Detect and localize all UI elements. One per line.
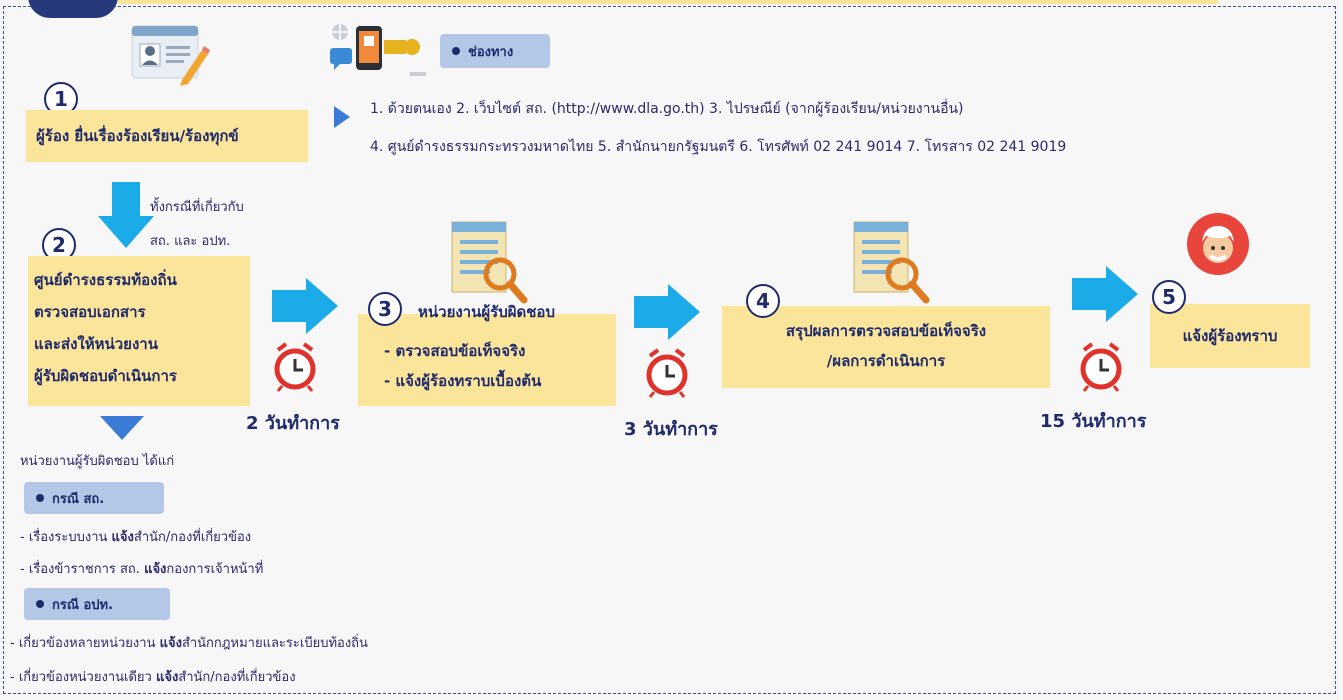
duration-1: 2 วันทำการ [246, 413, 340, 434]
step-4-line: /ผลการดำเนินการ [826, 352, 946, 370]
case-1-item: - เรื่องระบบงาน แจ้งสำนัก/กองที่เกี่ยวข้… [20, 530, 252, 545]
channels-line-1: 1. ด้วยตนเอง 2. เว็บไซต์ สถ. (http://www… [370, 101, 964, 117]
case-2-pill: กรณี อปท. [24, 588, 170, 620]
document-search-icon [850, 218, 930, 312]
step-3-number: 3 [368, 292, 402, 326]
devices-icon [326, 20, 436, 89]
case-2-item: - เกี่ยวข้องหน่วยงานเดียว แจ้งสำนัก/กองท… [10, 670, 296, 685]
case-2-item: - เกี่ยวข้องหลายหน่วยงาน แจ้งสำนักกฎหมาย… [10, 636, 368, 651]
top-accent-strip [118, 0, 1218, 4]
bullet-icon [452, 47, 460, 55]
arrow-right-icon [270, 276, 340, 340]
arrow-right-icon [632, 282, 702, 346]
channels-pill: ช่องทาง [440, 34, 550, 68]
alarm-clock-icon [644, 348, 690, 402]
step-2-line: ศูนย์ดำรงธรรมท้องถิ่น [34, 271, 177, 289]
case-1-item: - เรื่องข้าราชการ สถ. แจ้งกองการเจ้าหน้า… [20, 562, 264, 577]
alarm-clock-icon [1078, 342, 1124, 396]
step-4-number: 4 [746, 284, 780, 318]
step-2-line: ตรวจสอบเอกสาร [34, 303, 146, 321]
step-5-box: แจ้งผู้ร้องทราบ [1150, 304, 1310, 368]
arrow-down-icon [96, 180, 156, 254]
step-2-line: ผู้รับผิดชอบดำเนินการ [34, 367, 177, 385]
alarm-clock-icon [272, 342, 318, 396]
bullet-icon [36, 494, 44, 502]
duration-2: 3 วันทำการ [624, 419, 718, 440]
arrow-note-line-1: ทั้งกรณีที่เกี่ยวกับ [150, 200, 244, 215]
step-1-box: ผู้ร้อง ยื่นเรื่องร้องเรียน/ร้องทุกข์ [26, 110, 308, 162]
step-3-title: หน่วยงานผู้รับผิดชอบ [418, 303, 555, 321]
document-search-icon [448, 218, 528, 312]
arrow-right-icon [1070, 264, 1140, 328]
arrow-note-line-2: สถ. และ อปท. [150, 234, 231, 249]
bullet-icon [36, 600, 44, 608]
step-2-line: และส่งให้หน่วยงาน [34, 335, 158, 353]
case-1-pill: กรณี สถ. [24, 482, 164, 514]
step-5-number: 5 [1152, 280, 1186, 314]
duration-3: 15 วันทำการ [1040, 411, 1147, 432]
channels-pointer-icon [332, 104, 352, 134]
corner-tab [28, 0, 118, 18]
step-3-line: - ตรวจสอบข้อเท็จจริง [384, 342, 526, 360]
step-2-box: ศูนย์ดำรงธรรมท้องถิ่น ตรวจสอบเอกสาร และส… [28, 256, 250, 406]
responsible-heading: หน่วยงานผู้รับผิดชอบ ได้แก่ [20, 454, 175, 469]
step-3-line: - แจ้งผู้ร้องทราบเบื้องต้น [384, 372, 542, 390]
triangle-down-icon [98, 414, 146, 446]
person-avatar-icon [1186, 212, 1250, 280]
channels-line-2: 4. ศูนย์ดำรงธรรมกระทรวงมหาดไทย 5. สำนักน… [370, 139, 1067, 155]
step-3-box: - ตรวจสอบข้อเท็จจริง - แจ้งผู้ร้องทราบเบ… [358, 314, 616, 406]
step-4-line: สรุปผลการตรวจสอบข้อเท็จจริง [785, 322, 987, 340]
id-card-icon [130, 20, 210, 94]
step-4-box: สรุปผลการตรวจสอบข้อเท็จจริง /ผลการดำเนิน… [722, 306, 1050, 388]
